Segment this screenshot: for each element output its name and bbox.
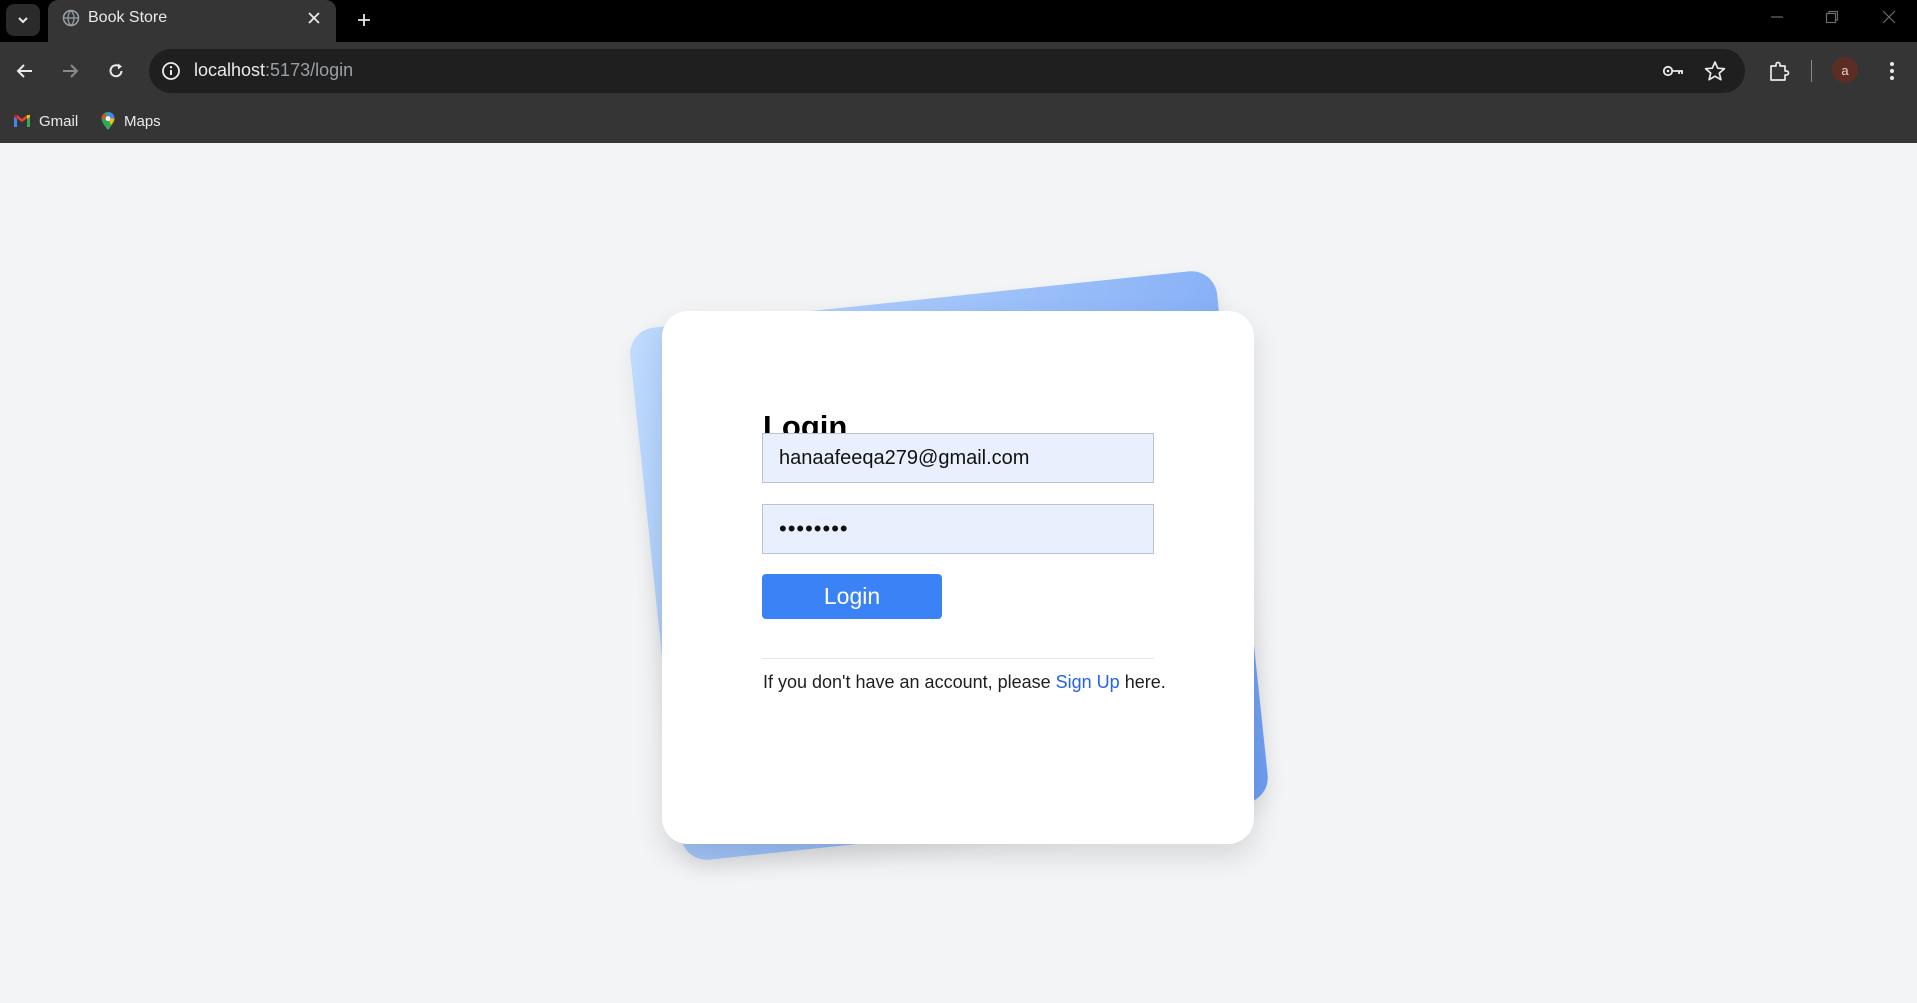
back-arrow-icon <box>16 64 32 78</box>
bookmark-maps[interactable]: Maps <box>100 108 161 134</box>
signup-suffix: here. <box>1124 672 1166 692</box>
bookmark-gmail[interactable]: Gmail <box>13 108 78 134</box>
bookmark-maps-label: Maps <box>124 112 161 130</box>
page-content: Login hanaafeeqa279@gmail.com •••••••• L… <box>0 143 1917 1003</box>
info-icon <box>162 62 180 80</box>
more-vertical-icon <box>1890 62 1894 80</box>
extensions-button[interactable] <box>1763 55 1795 87</box>
forward-arrow-icon <box>63 64 79 78</box>
tab-book-store[interactable]: Book Store <box>48 0 336 42</box>
login-button[interactable]: Login <box>762 574 942 619</box>
bookmark-gmail-label: Gmail <box>39 112 79 130</box>
minimize-icon <box>1771 16 1783 18</box>
signup-prefix: If you don't have an account, please <box>763 672 1051 692</box>
browser-toolbar: localhost:5173/login a <box>0 42 1917 100</box>
reload-button[interactable] <box>100 55 132 87</box>
forward-button[interactable] <box>54 55 86 87</box>
reload-icon <box>109 63 123 78</box>
star-icon <box>1704 61 1726 81</box>
tab-close-button[interactable] <box>302 6 326 30</box>
bookmark-star-button[interactable] <box>1702 58 1728 84</box>
url-path: :5173/login <box>265 60 354 80</box>
url-text[interactable]: localhost:5173/login <box>194 60 353 81</box>
tab-title: Book Store <box>88 9 168 26</box>
close-window-button[interactable] <box>1863 0 1915 34</box>
login-card: Login hanaafeeqa279@gmail.com •••••••• L… <box>662 311 1254 844</box>
close-icon <box>308 12 320 24</box>
tab-strip: Book Store <box>0 0 1917 42</box>
toolbar-divider <box>1811 60 1812 82</box>
chevron-down-icon <box>18 17 28 24</box>
gmail-icon <box>14 115 30 127</box>
restore-button[interactable] <box>1806 0 1858 34</box>
bookmarks-bar: Gmail Maps <box>0 100 1917 143</box>
url-host: localhost <box>194 60 266 80</box>
restore-icon <box>1825 10 1839 24</box>
globe-icon <box>62 9 80 27</box>
tab-search-button[interactable] <box>6 4 40 36</box>
close-icon <box>1882 10 1896 24</box>
profile-avatar[interactable]: a <box>1832 57 1858 83</box>
divider <box>762 658 1154 659</box>
puzzle-icon <box>1770 61 1790 81</box>
password-manager-button[interactable] <box>1660 58 1686 84</box>
signup-link[interactable]: Sign Up <box>1056 672 1120 692</box>
back-button[interactable] <box>9 55 41 87</box>
plus-icon <box>358 14 370 26</box>
browser-menu-button[interactable] <box>1876 55 1908 87</box>
email-field[interactable]: hanaafeeqa279@gmail.com <box>762 433 1154 483</box>
minimize-button[interactable] <box>1751 0 1803 34</box>
maps-icon <box>101 112 115 130</box>
new-tab-button[interactable] <box>350 6 378 34</box>
address-bar[interactable]: localhost:5173/login <box>149 49 1745 93</box>
signup-prompt: If you don't have an account, please Sig… <box>763 672 1166 693</box>
site-info-button[interactable] <box>159 59 183 83</box>
key-icon <box>1662 65 1683 77</box>
password-field[interactable]: •••••••• <box>762 504 1154 554</box>
